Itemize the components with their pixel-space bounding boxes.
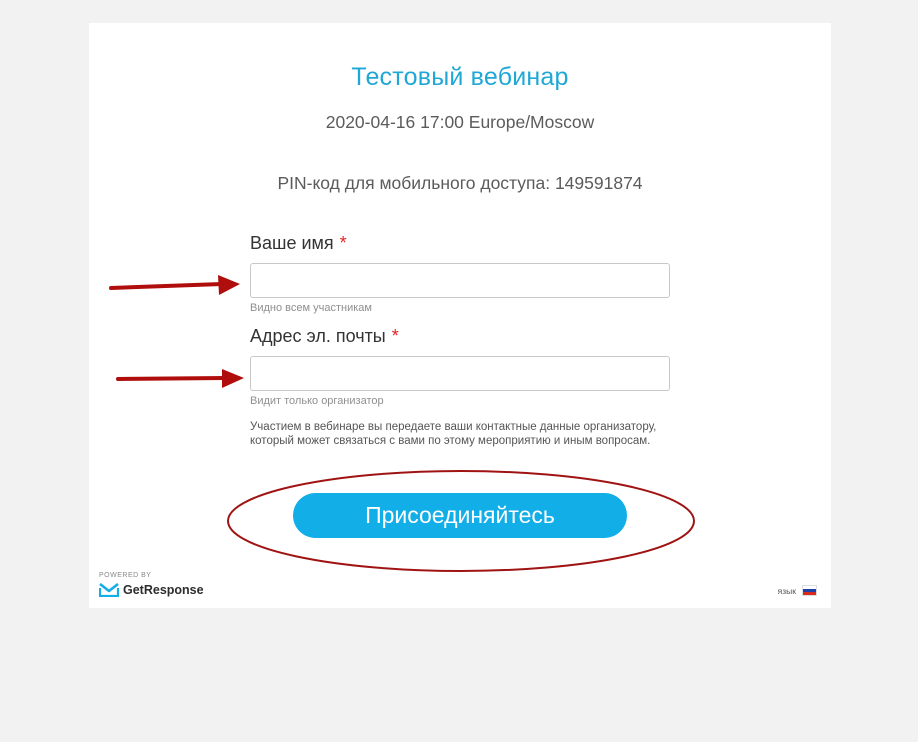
- brand-name: GetResponse: [123, 583, 204, 597]
- language-label: язык: [777, 585, 796, 596]
- name-label: Ваше имя *: [250, 233, 347, 254]
- email-hint: Видит только организатор: [250, 395, 384, 407]
- join-button[interactable]: Присоединяйтесь: [293, 493, 627, 538]
- registration-card: Тестовый вебинар 2020-04-16 17:00 Europe…: [89, 23, 831, 608]
- email-label: Адрес эл. почты *: [250, 326, 399, 347]
- required-marker: *: [339, 233, 347, 253]
- required-marker: *: [391, 326, 399, 346]
- envelope-check-icon: [99, 583, 119, 597]
- name-input[interactable]: [250, 263, 670, 298]
- getresponse-logo[interactable]: GetResponse: [99, 583, 204, 597]
- webinar-datetime: 2020-04-16 17:00 Europe/Moscow: [325, 112, 595, 132]
- name-label-text: Ваше имя: [250, 233, 334, 253]
- webinar-title: Тестовый вебинар: [351, 63, 569, 91]
- mobile-pin: PIN-код для мобильного доступа: 14959187…: [277, 173, 643, 193]
- privacy-notice: Участием в вебинаре вы передаете ваши ко…: [250, 421, 657, 447]
- email-label-text: Адрес эл. почты: [250, 326, 386, 346]
- language-selector[interactable]: язык: [778, 585, 817, 596]
- email-input[interactable]: [250, 356, 670, 391]
- powered-by-label: POWERED BY: [99, 572, 152, 579]
- name-hint: Видно всем участникам: [250, 302, 372, 314]
- russian-flag-icon: [802, 585, 817, 596]
